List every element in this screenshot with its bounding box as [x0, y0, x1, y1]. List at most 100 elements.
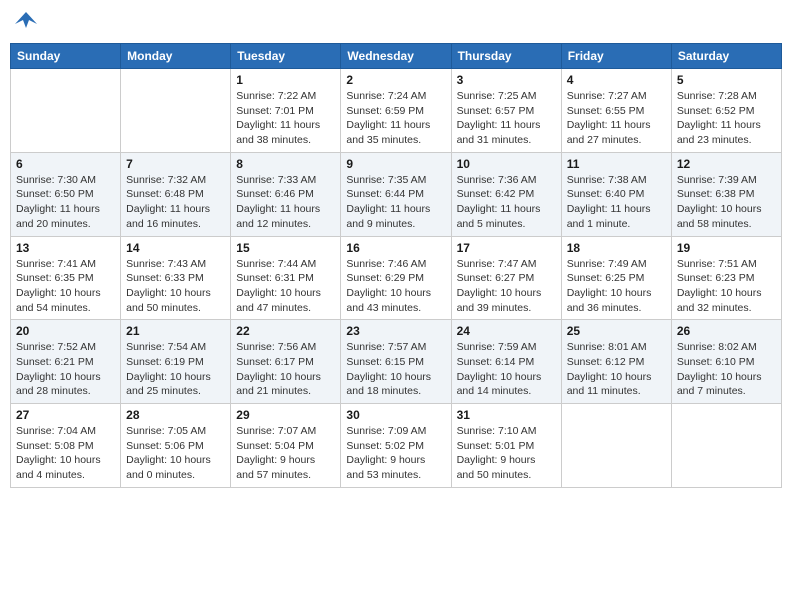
day-info: Sunrise: 7:59 AMSunset: 6:14 PMDaylight:…	[457, 340, 556, 399]
day-info: Sunrise: 7:52 AMSunset: 6:21 PMDaylight:…	[16, 340, 115, 399]
calendar-week-row: 6 Sunrise: 7:30 AMSunset: 6:50 PMDaylight…	[11, 152, 782, 236]
day-info: Sunrise: 7:41 AMSunset: 6:35 PMDaylight:…	[16, 257, 115, 316]
calendar-week-row: 20 Sunrise: 7:52 AMSunset: 6:21 PMDayligh…	[11, 320, 782, 404]
calendar-cell: 4 Sunrise: 7:27 AMSunset: 6:55 PMDaylight…	[561, 69, 671, 153]
day-info: Sunrise: 7:46 AMSunset: 6:29 PMDaylight:…	[346, 257, 445, 316]
day-info: Sunrise: 7:49 AMSunset: 6:25 PMDaylight:…	[567, 257, 666, 316]
calendar-cell: 27 Sunrise: 7:04 AMSunset: 5:08 PMDayligh…	[11, 404, 121, 488]
day-number: 19	[677, 241, 776, 255]
day-info: Sunrise: 7:39 AMSunset: 6:38 PMDaylight:…	[677, 173, 776, 232]
calendar-cell: 28 Sunrise: 7:05 AMSunset: 5:06 PMDayligh…	[121, 404, 231, 488]
calendar-cell: 21 Sunrise: 7:54 AMSunset: 6:19 PMDayligh…	[121, 320, 231, 404]
day-number: 4	[567, 73, 666, 87]
calendar-cell	[561, 404, 671, 488]
calendar-cell: 29 Sunrise: 7:07 AMSunset: 5:04 PMDayligh…	[231, 404, 341, 488]
logo	[14, 10, 37, 35]
day-info: Sunrise: 7:09 AMSunset: 5:02 PMDaylight:…	[346, 424, 445, 483]
day-info: Sunrise: 7:43 AMSunset: 6:33 PMDaylight:…	[126, 257, 225, 316]
day-number: 1	[236, 73, 335, 87]
logo-bird-icon	[15, 10, 37, 32]
calendar-cell: 7 Sunrise: 7:32 AMSunset: 6:48 PMDaylight…	[121, 152, 231, 236]
day-info: Sunrise: 7:10 AMSunset: 5:01 PMDaylight:…	[457, 424, 556, 483]
day-number: 30	[346, 408, 445, 422]
day-number: 23	[346, 324, 445, 338]
header-wednesday: Wednesday	[341, 44, 451, 69]
header-thursday: Thursday	[451, 44, 561, 69]
calendar-cell: 18 Sunrise: 7:49 AMSunset: 6:25 PMDayligh…	[561, 236, 671, 320]
day-info: Sunrise: 7:56 AMSunset: 6:17 PMDaylight:…	[236, 340, 335, 399]
calendar-cell: 23 Sunrise: 7:57 AMSunset: 6:15 PMDayligh…	[341, 320, 451, 404]
calendar-cell	[671, 404, 781, 488]
day-info: Sunrise: 7:35 AMSunset: 6:44 PMDaylight:…	[346, 173, 445, 232]
day-number: 5	[677, 73, 776, 87]
day-number: 13	[16, 241, 115, 255]
day-info: Sunrise: 7:05 AMSunset: 5:06 PMDaylight:…	[126, 424, 225, 483]
calendar-header-row: SundayMondayTuesdayWednesdayThursdayFrid…	[11, 44, 782, 69]
day-number: 10	[457, 157, 556, 171]
day-number: 31	[457, 408, 556, 422]
day-number: 21	[126, 324, 225, 338]
calendar-table: SundayMondayTuesdayWednesdayThursdayFrid…	[10, 43, 782, 488]
calendar-cell: 31 Sunrise: 7:10 AMSunset: 5:01 PMDayligh…	[451, 404, 561, 488]
day-info: Sunrise: 7:36 AMSunset: 6:42 PMDaylight:…	[457, 173, 556, 232]
day-info: Sunrise: 8:02 AMSunset: 6:10 PMDaylight:…	[677, 340, 776, 399]
day-info: Sunrise: 8:01 AMSunset: 6:12 PMDaylight:…	[567, 340, 666, 399]
calendar-cell: 5 Sunrise: 7:28 AMSunset: 6:52 PMDaylight…	[671, 69, 781, 153]
calendar-cell: 9 Sunrise: 7:35 AMSunset: 6:44 PMDaylight…	[341, 152, 451, 236]
day-number: 29	[236, 408, 335, 422]
day-info: Sunrise: 7:30 AMSunset: 6:50 PMDaylight:…	[16, 173, 115, 232]
day-number: 25	[567, 324, 666, 338]
day-number: 18	[567, 241, 666, 255]
calendar-cell: 20 Sunrise: 7:52 AMSunset: 6:21 PMDayligh…	[11, 320, 121, 404]
day-number: 17	[457, 241, 556, 255]
header-tuesday: Tuesday	[231, 44, 341, 69]
calendar-cell: 12 Sunrise: 7:39 AMSunset: 6:38 PMDayligh…	[671, 152, 781, 236]
day-info: Sunrise: 7:51 AMSunset: 6:23 PMDaylight:…	[677, 257, 776, 316]
day-number: 11	[567, 157, 666, 171]
day-number: 8	[236, 157, 335, 171]
day-info: Sunrise: 7:47 AMSunset: 6:27 PMDaylight:…	[457, 257, 556, 316]
day-number: 3	[457, 73, 556, 87]
day-info: Sunrise: 7:28 AMSunset: 6:52 PMDaylight:…	[677, 89, 776, 148]
day-number: 28	[126, 408, 225, 422]
header-monday: Monday	[121, 44, 231, 69]
calendar-cell: 1 Sunrise: 7:22 AMSunset: 7:01 PMDaylight…	[231, 69, 341, 153]
calendar-cell: 26Sunrise: 8:02 AMSunset: 6:10 PMDayligh…	[671, 320, 781, 404]
calendar-cell: 11 Sunrise: 7:38 AMSunset: 6:40 PMDayligh…	[561, 152, 671, 236]
calendar-cell: 16Sunrise: 7:46 AMSunset: 6:29 PMDayligh…	[341, 236, 451, 320]
day-number: 7	[126, 157, 225, 171]
day-info: Sunrise: 7:54 AMSunset: 6:19 PMDaylight:…	[126, 340, 225, 399]
calendar-cell: 3 Sunrise: 7:25 AMSunset: 6:57 PMDaylight…	[451, 69, 561, 153]
day-info: Sunrise: 7:32 AMSunset: 6:48 PMDaylight:…	[126, 173, 225, 232]
header-friday: Friday	[561, 44, 671, 69]
day-info: Sunrise: 7:38 AMSunset: 6:40 PMDaylight:…	[567, 173, 666, 232]
calendar-cell: 10 Sunrise: 7:36 AMSunset: 6:42 PMDayligh…	[451, 152, 561, 236]
day-number: 22	[236, 324, 335, 338]
day-info: Sunrise: 7:24 AMSunset: 6:59 PMDaylight:…	[346, 89, 445, 148]
day-number: 12	[677, 157, 776, 171]
calendar-cell: 17 Sunrise: 7:47 AMSunset: 6:27 PMDayligh…	[451, 236, 561, 320]
day-number: 27	[16, 408, 115, 422]
header-saturday: Saturday	[671, 44, 781, 69]
day-number: 2	[346, 73, 445, 87]
calendar-cell	[11, 69, 121, 153]
calendar-cell: 25 Sunrise: 8:01 AMSunset: 6:12 PMDayligh…	[561, 320, 671, 404]
calendar-cell: 15Sunrise: 7:44 AMSunset: 6:31 PMDayligh…	[231, 236, 341, 320]
day-number: 20	[16, 324, 115, 338]
calendar-cell: 30 Sunrise: 7:09 AMSunset: 5:02 PMDayligh…	[341, 404, 451, 488]
day-info: Sunrise: 7:22 AMSunset: 7:01 PMDaylight:…	[236, 89, 335, 148]
calendar-cell: 14Sunrise: 7:43 AMSunset: 6:33 PMDayligh…	[121, 236, 231, 320]
day-number: 24	[457, 324, 556, 338]
day-info: Sunrise: 7:57 AMSunset: 6:15 PMDaylight:…	[346, 340, 445, 399]
calendar-week-row: 1 Sunrise: 7:22 AMSunset: 7:01 PMDaylight…	[11, 69, 782, 153]
day-info: Sunrise: 7:07 AMSunset: 5:04 PMDaylight:…	[236, 424, 335, 483]
day-number: 6	[16, 157, 115, 171]
header-sunday: Sunday	[11, 44, 121, 69]
day-info: Sunrise: 7:33 AMSunset: 6:46 PMDaylight:…	[236, 173, 335, 232]
day-info: Sunrise: 7:25 AMSunset: 6:57 PMDaylight:…	[457, 89, 556, 148]
day-number: 9	[346, 157, 445, 171]
day-info: Sunrise: 7:27 AMSunset: 6:55 PMDaylight:…	[567, 89, 666, 148]
calendar-cell: 13 Sunrise: 7:41 AMSunset: 6:35 PMDayligh…	[11, 236, 121, 320]
calendar-cell: 2 Sunrise: 7:24 AMSunset: 6:59 PMDaylight…	[341, 69, 451, 153]
day-info: Sunrise: 7:04 AMSunset: 5:08 PMDaylight:…	[16, 424, 115, 483]
